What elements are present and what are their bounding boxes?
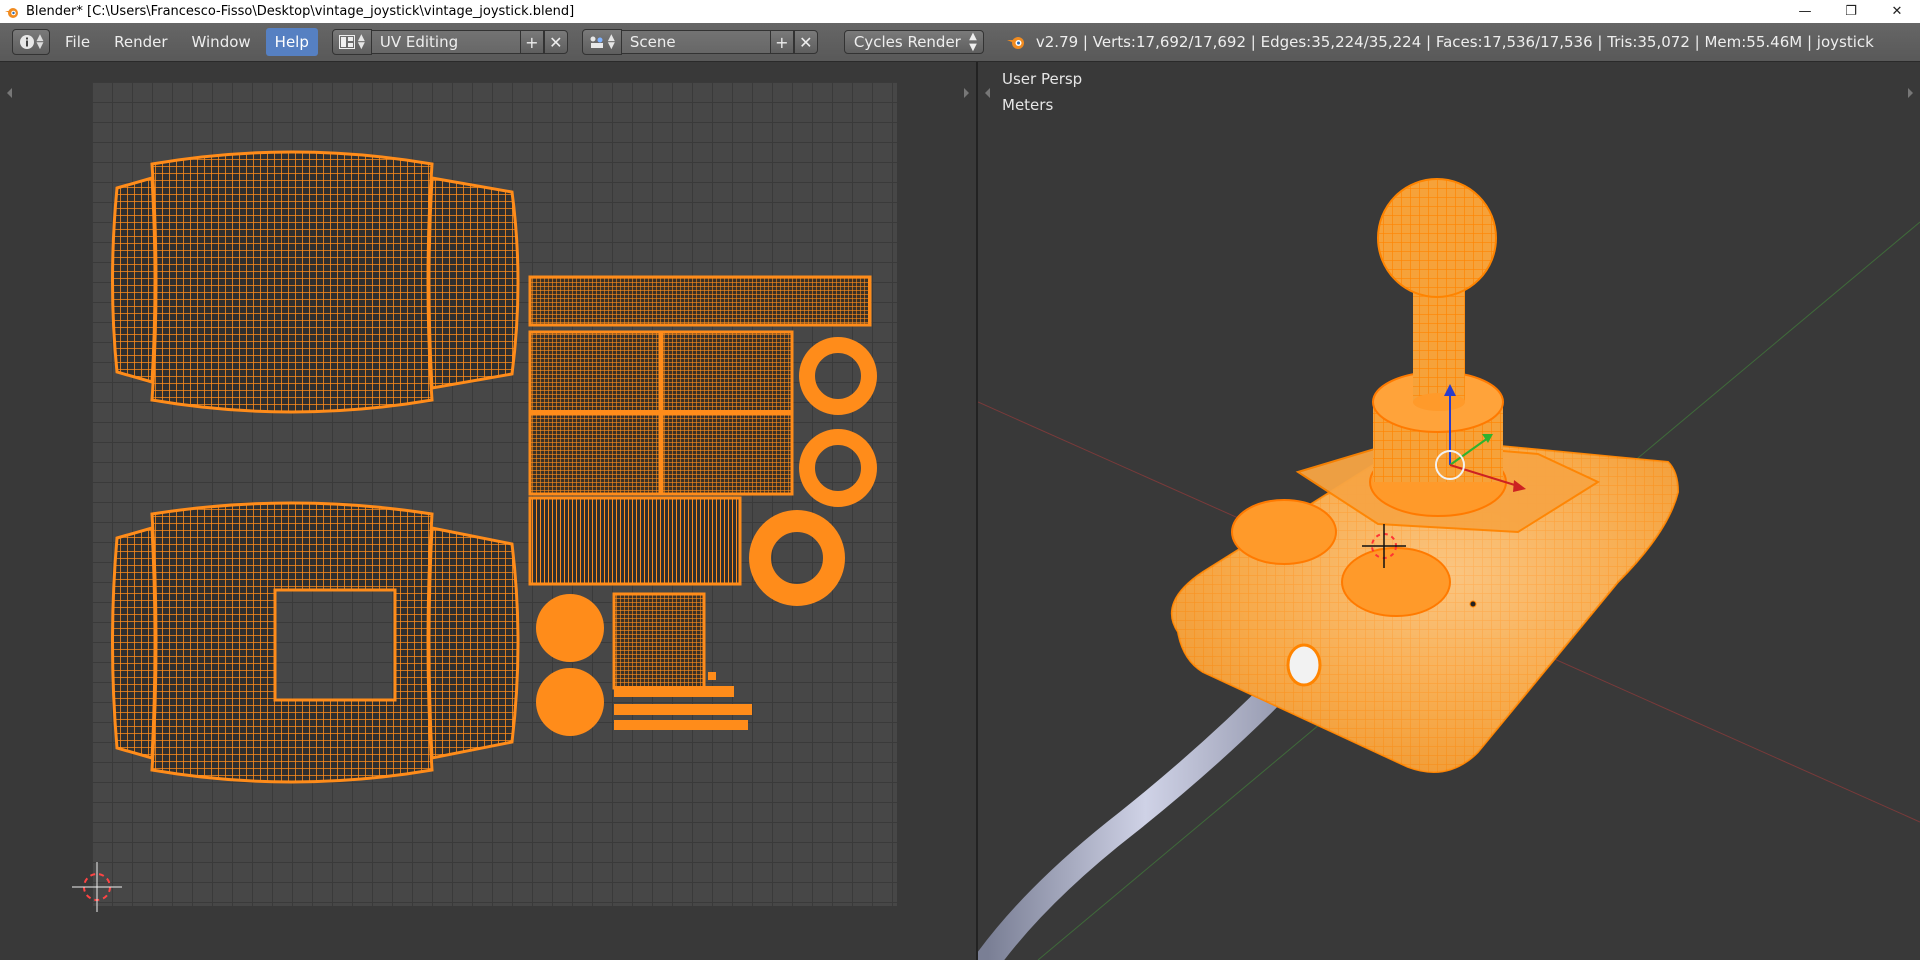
scene-name[interactable]: Scene <box>621 30 770 54</box>
stick-ball <box>1377 178 1497 298</box>
uv-island <box>427 526 520 760</box>
add-scene-button[interactable]: + <box>769 30 794 54</box>
menu-render[interactable]: Render <box>105 28 176 56</box>
info-icon <box>19 35 34 49</box>
uv-image-editor[interactable] <box>0 62 976 960</box>
uv-island <box>150 501 434 784</box>
add-icon: + <box>775 32 789 52</box>
info-header: ▲ ▼ File Render Window Help ▲ ▼ UV Editing… <box>0 23 1920 62</box>
editor-type-selector[interactable]: ▲ ▼ <box>12 29 50 55</box>
blender-logo-icon <box>5 7 18 18</box>
uv-island <box>528 412 662 496</box>
stick-shaft-bottom <box>1413 393 1465 411</box>
stats-text: v2.79 | Verts:17,692/17,692 | Edges:35,2… <box>1035 33 1874 51</box>
vertex-dot <box>1469 600 1477 608</box>
blender-logo-icon <box>1006 37 1024 49</box>
chevron-updown-icon: ▲ ▼ <box>36 33 44 51</box>
scene-icon <box>590 36 603 48</box>
screen-layout-selector: ▲ ▼ UV Editing + ✕ <box>331 29 568 55</box>
remove-icon: ✕ <box>799 32 813 52</box>
window-title: Blender* [C:\Users\Francesco-Fisso\Deskt… <box>26 4 575 19</box>
remove-screen-button[interactable]: ✕ <box>543 30 568 54</box>
chevron-updown-icon: ▲ ▼ <box>969 31 977 53</box>
render-engine-dropdown[interactable]: Cycles Render ▲ ▼ <box>843 30 984 54</box>
uv-island <box>799 429 877 507</box>
scene-selector: ▲ ▼ Scene + ✕ <box>581 29 818 55</box>
chevron-updown-icon: ▲ ▼ <box>357 33 365 51</box>
uv-island <box>614 686 734 697</box>
uv-island <box>614 704 752 715</box>
add-screen-button[interactable]: + <box>519 30 544 54</box>
uv-islands <box>111 150 877 784</box>
area-split-handle[interactable] <box>964 88 974 98</box>
chevron-updown-icon: ▲ ▼ <box>607 33 615 51</box>
uv-island <box>660 412 794 496</box>
add-icon: + <box>525 32 539 52</box>
uv-canvas[interactable] <box>92 82 897 906</box>
uv-island <box>660 330 794 414</box>
screen-layout-name[interactable]: UV Editing <box>371 30 520 54</box>
menu-help[interactable]: Help <box>265 28 318 56</box>
uv-island <box>528 496 742 586</box>
uv-island <box>799 337 877 415</box>
render-engine-name: Cycles Render <box>853 33 961 51</box>
uv-island <box>111 176 157 384</box>
menu-window[interactable]: Window <box>183 28 260 56</box>
minimize-button[interactable]: — <box>1782 0 1828 23</box>
screen-layout-icon <box>338 35 355 49</box>
stick-shaft <box>1413 282 1465 402</box>
cable-grommet <box>1286 643 1322 687</box>
joystick-cable <box>978 649 1316 960</box>
uv-island <box>708 672 716 680</box>
scene-browse[interactable]: ▲ ▼ <box>581 29 622 55</box>
uv-island <box>612 592 706 690</box>
uv-island <box>614 720 748 730</box>
uv-island <box>536 668 604 736</box>
fire-button-left <box>1231 499 1337 565</box>
3d-viewport[interactable]: User Persp Meters <box>978 62 1920 960</box>
cursor-icon[interactable] <box>62 852 132 922</box>
fire-button-right <box>1341 547 1451 617</box>
screen-layout-browse[interactable]: ▲ ▼ <box>331 29 372 55</box>
uv-island <box>150 150 434 414</box>
maximize-button[interactable]: ❐ <box>1828 0 1874 23</box>
remove-icon: ✕ <box>549 32 563 52</box>
menu-file[interactable]: File <box>56 28 99 56</box>
uv-island <box>528 275 872 327</box>
scene-statistics: v2.79 | Verts:17,692/17,692 | Edges:35,2… <box>1006 33 1874 51</box>
close-button[interactable]: ✕ <box>1874 0 1920 23</box>
uv-island <box>427 176 520 390</box>
uv-island <box>111 526 157 760</box>
uv-island <box>749 510 845 606</box>
remove-scene-button[interactable]: ✕ <box>793 30 818 54</box>
uv-island <box>528 330 662 414</box>
uv-island <box>536 594 604 662</box>
viewport-scene <box>978 178 1920 960</box>
area-split-handle[interactable] <box>2 88 12 98</box>
title-bar: Blender* [C:\Users\Francesco-Fisso\Deskt… <box>0 0 1920 23</box>
